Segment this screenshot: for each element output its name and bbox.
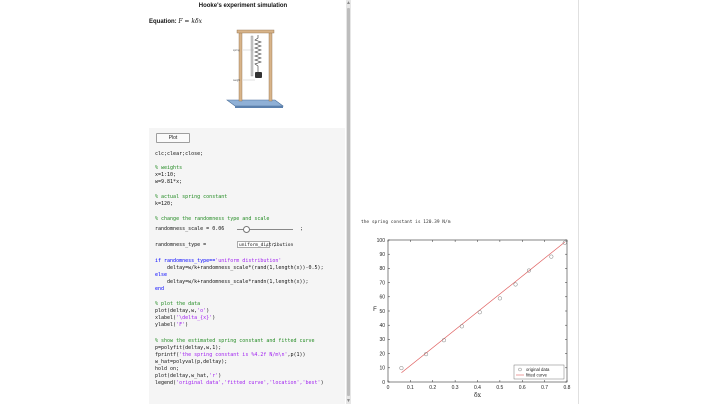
code-line[interactable]: clc;clear;close; [155,151,203,157]
code-line[interactable]: p=polyfit(deltay,w,1); [155,345,221,351]
code-comment[interactable]: % change the randomness type and scale [155,216,269,222]
x-tick-label: 0.4 [474,385,481,391]
scrollbar-thumb[interactable] [347,8,350,396]
y-tick-label: 30 [379,337,385,343]
y-tick-label: 60 [379,295,385,301]
randomness-type-dropdown[interactable]: uniform_distribution ▾ [237,241,293,248]
code-line[interactable]: xlabel('\delta_{x}') [155,315,215,321]
x-tick-label: 0.5 [496,385,503,391]
code-string: 'original data','fitted curve','location… [176,380,321,386]
x-tick-label: 0.7 [541,385,548,391]
scroll-down-arrow-icon[interactable]: ▼ [346,398,351,404]
code-line[interactable]: deltay=w/k+randomness_scale*randn(1,leng… [155,279,309,285]
code-string: '\delta_{x}' [176,315,213,321]
y-tick-label: 20 [379,351,385,357]
code-token: plot(deltay,w, [155,308,198,314]
y-tick-label: 0 [382,380,385,386]
code-string: 'the spring constant is %4.2f N/m\n' [179,352,288,358]
equation-label: Equation: [149,19,177,25]
apparatus-label-spring: spring [233,49,240,52]
code-line[interactable]: legend('original data','fitted curve','l… [155,380,324,386]
x-tick-label: 0.6 [519,385,526,391]
page-title: Hooke's experiment simulation [198,3,288,9]
plot-button[interactable]: Plot [156,133,190,143]
randomness-scale-slider[interactable] [237,226,293,233]
code-line[interactable]: if randomness_type=='uniform distributio… [155,258,281,264]
equation: Equation: F = kδx [149,18,202,25]
code-line[interactable]: k=120; [155,201,173,207]
scroll-up-arrow-icon[interactable]: ▲ [346,0,351,6]
legend-label: fitted curve [526,373,548,378]
y-tick-label: 100 [377,238,386,244]
pane-scrollbar[interactable]: ▲ ▼ [346,0,351,404]
apparatus-label-weight: weight [233,79,241,82]
code-token: plot(deltay,w_hat, [155,373,210,379]
code-line[interactable]: w_hat=polyval(p,deltay); [155,359,227,365]
output-text: the spring constant is 120.39 N/m [361,220,451,225]
code-line[interactable]: else [155,272,167,278]
code-line[interactable]: x=1:10; [155,172,176,178]
code-string: 'r' [209,373,219,379]
chevron-down-icon: ▾ [265,243,268,248]
x-tick-label: 0.2 [429,385,436,391]
code-line[interactable]: ; [300,226,303,232]
code-line[interactable]: randomness_type = [155,242,206,248]
code-string: 'uniform distribution' [215,258,282,264]
code-comment[interactable]: % plot the data [155,301,200,307]
code-line[interactable]: ylabel('F') [155,322,188,328]
code-token: ) [212,315,216,321]
code-token: fprintf( [155,352,180,358]
x-tick-label: 0.8 [564,385,571,391]
x-tick-label: 0.3 [452,385,459,391]
y-tick-label: 80 [379,266,385,272]
plot-area [387,239,568,383]
x-tick-label: 0 [387,385,390,391]
code-token: legend( [155,380,177,386]
code-token: if randomness_type== [155,258,216,264]
code-line[interactable]: hold on; [155,366,179,372]
code-line[interactable]: deltay=w/k+randomness_scale*(rand(1,leng… [155,265,324,271]
code-token: xlabel( [155,315,177,321]
code-token: ,p(1)) [287,352,306,358]
code-comment[interactable]: % actual spring constant [155,194,227,200]
y-axis-label: F [373,307,377,313]
code-token: ) [185,322,189,328]
code-comment[interactable]: % weights [155,165,182,171]
code-line[interactable]: w=9.81*x; [155,179,182,185]
y-tick-label: 90 [379,252,385,258]
code-line[interactable]: fprintf('the spring constant is %4.2f N/… [155,352,306,358]
code-line[interactable]: end [155,286,164,292]
equation-formula: F = kδx [178,18,202,25]
code-line[interactable]: plot(deltay,w,'o') [155,308,209,314]
window-edge [578,0,579,404]
x-tick-label: 0.1 [407,385,414,391]
spring-apparatus-illustration: spring weight [226,29,284,108]
spring-constant-chart: 0 0.1 0.2 0.3 0.4 0.5 0.6 0.7 0.8 0 10 20 30 40 50 60 70… [373,238,571,399]
legend-label: original data [526,367,550,372]
x-axis-label: δx [474,392,482,399]
code-string: 'F' [176,322,186,328]
code-line[interactable]: plot(deltay,w_hat,'r') [155,373,221,379]
y-tick-label: 10 [379,366,385,372]
y-tick-label: 40 [379,323,385,329]
code-token: ) [320,380,324,386]
code-string: 'o' [197,308,207,314]
code-comment[interactable]: % show the estimated spring constant and… [155,338,315,344]
code-line[interactable]: randomness_scale = 0.06 [155,226,224,232]
code-token: ) [218,373,222,379]
code-token: ) [206,308,210,314]
y-tick-label: 70 [379,280,385,286]
code-token: ylabel( [155,322,177,328]
y-tick-label: 50 [379,309,385,315]
